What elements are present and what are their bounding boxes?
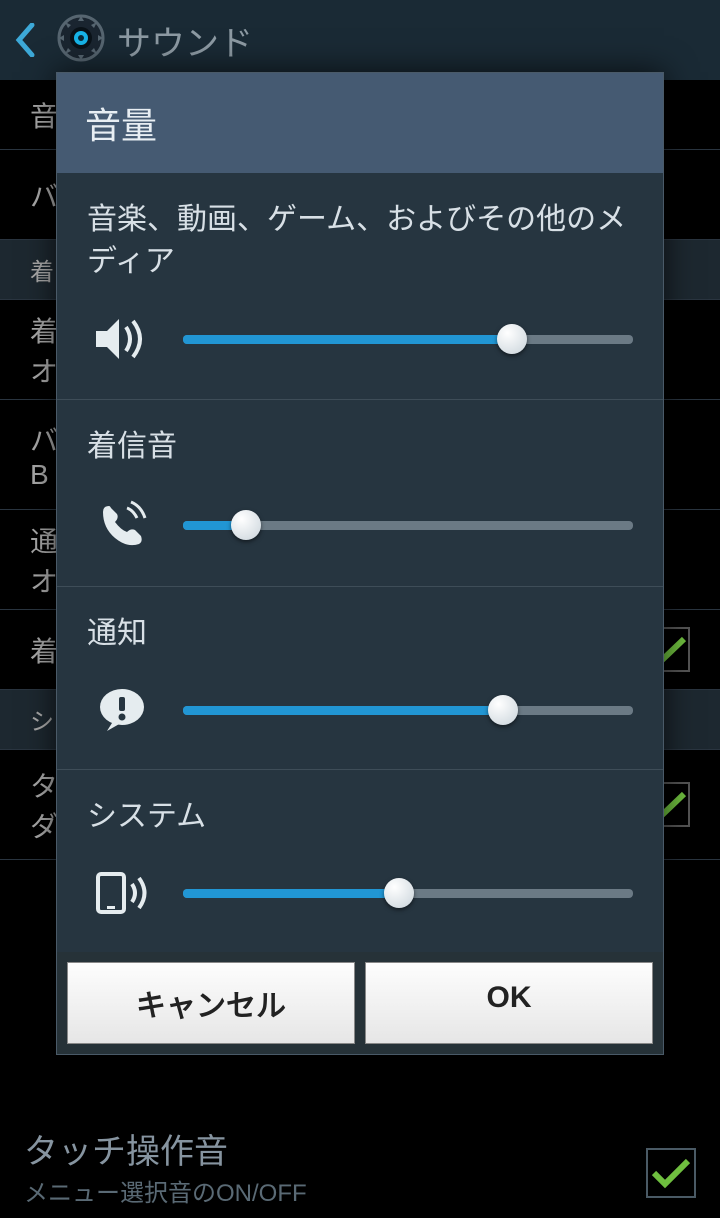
media-volume-slider[interactable] xyxy=(183,324,633,354)
bottom-item-subtitle: メニュー選択音のON/OFF xyxy=(24,1173,696,1208)
volume-label-notification: 通知 xyxy=(87,613,633,655)
volume-section-notification: 通知 xyxy=(57,587,663,770)
background-bottom-item[interactable]: タッチ操作音 メニュー選択音のON/OFF xyxy=(0,1114,720,1218)
volume-label-system: システム xyxy=(87,796,633,838)
settings-header: サウンド xyxy=(0,0,720,80)
dialog-footer: キャンセル OK xyxy=(57,952,663,1054)
volume-section-system: システム xyxy=(57,770,663,952)
back-button[interactable] xyxy=(15,15,45,65)
dialog-title: 音量 xyxy=(57,73,663,173)
notification-icon xyxy=(87,687,157,733)
volume-section-media: 音楽、動画、ゲーム、およびその他のメディア xyxy=(57,173,663,400)
device-sound-icon xyxy=(87,870,157,916)
cancel-button[interactable]: キャンセル xyxy=(67,962,355,1044)
notification-volume-slider[interactable] xyxy=(183,695,633,725)
volume-section-ringtone: 着信音 xyxy=(57,400,663,587)
page-title: サウンド xyxy=(117,16,253,65)
settings-gear-icon xyxy=(55,12,107,69)
bottom-item-title: タッチ操作音 xyxy=(24,1124,696,1173)
dialog-body: 音楽、動画、ゲーム、およびその他のメディア 着信音 xyxy=(57,173,663,952)
speaker-icon xyxy=(87,315,157,363)
ok-button[interactable]: OK xyxy=(365,962,653,1044)
volume-label-media: 音楽、動画、ゲーム、およびその他のメディア xyxy=(87,199,633,283)
ringtone-volume-slider[interactable] xyxy=(183,510,633,540)
volume-dialog: 音量 音楽、動画、ゲーム、およびその他のメディア xyxy=(56,72,664,1055)
volume-label-ringtone: 着信音 xyxy=(87,426,633,468)
phone-icon xyxy=(87,500,157,550)
checkbox[interactable] xyxy=(646,1148,696,1198)
system-volume-slider[interactable] xyxy=(183,878,633,908)
